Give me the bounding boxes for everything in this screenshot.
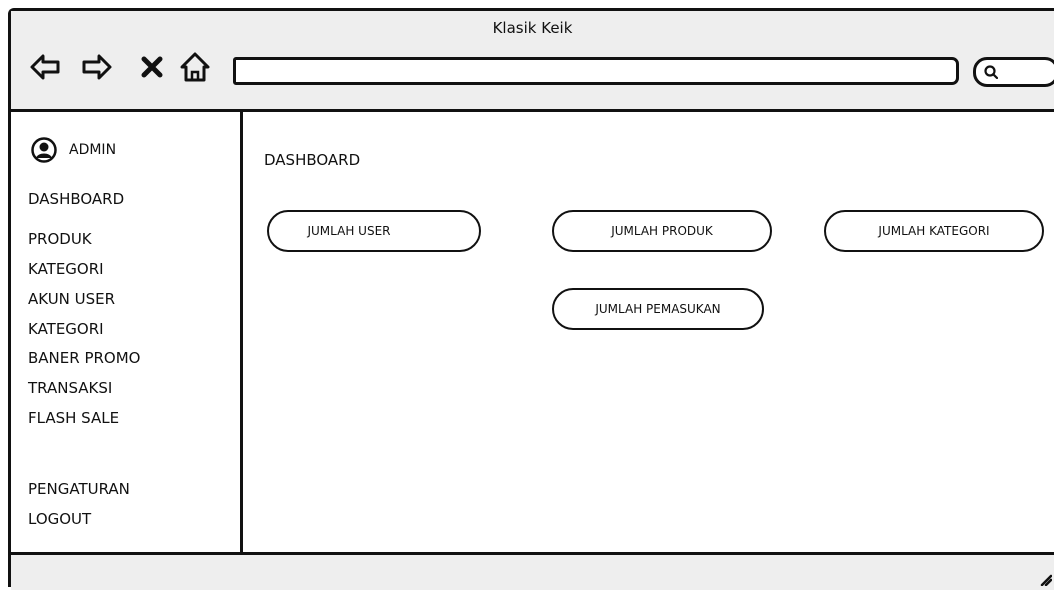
card-jumlah-pemasukan[interactable]: JUMLAH PEMASUKAN [552,288,764,330]
admin-label: ADMIN [69,142,117,158]
page-title: DASHBOARD [264,151,361,169]
user-avatar-icon [31,137,57,163]
admin-profile[interactable]: ADMIN [31,136,116,164]
card-jumlah-user[interactable]: JUMLAH USER [267,210,481,252]
sidebar-item-dashboard[interactable]: DASHBOARD [28,190,124,208]
sidebar-item-akun-user[interactable]: AKUN USER [28,290,115,308]
back-arrow-icon[interactable] [29,51,61,83]
sidebar-item-logout[interactable]: LOGOUT [28,510,91,528]
sidebar-item-produk[interactable]: PRODUK [28,230,92,248]
address-bar[interactable] [233,57,959,85]
close-x-icon[interactable] [136,51,168,83]
sidebar-item-kategori[interactable]: KATEGORI [28,260,104,278]
resize-grip-icon[interactable] [1036,570,1052,586]
sidebar-item-kategori-2[interactable]: KATEGORI [28,320,104,338]
forward-arrow-icon[interactable] [81,51,113,83]
card-label: JUMLAH PRODUK [611,224,713,238]
search-button[interactable] [973,57,1054,87]
card-jumlah-kategori[interactable]: JUMLAH KATEGORI [824,210,1044,252]
status-bar [11,552,1054,590]
window-title: Klasik Keik [492,19,573,37]
sidebar-item-baner-promo[interactable]: BANER PROMO [28,349,140,367]
card-label: JUMLAH USER [307,224,391,238]
sidebar-item-pengaturan[interactable]: PENGATURAN [28,480,130,498]
card-label: JUMLAH KATEGORI [878,224,990,238]
home-icon[interactable] [179,51,211,83]
browser-window: Klasik Keik ADMIN DASHBOARD PRODUK KATEG… [8,8,1054,590]
sidebar: ADMIN DASHBOARD PRODUK KATEGORI AKUN USE… [11,112,243,552]
card-label: JUMLAH PEMASUKAN [595,302,721,316]
browser-header: Klasik Keik [11,11,1054,112]
sidebar-item-transaksi[interactable]: TRANSAKSI [28,379,112,397]
card-jumlah-produk[interactable]: JUMLAH PRODUK [552,210,772,252]
search-icon [984,65,998,79]
sidebar-item-flash-sale[interactable]: FLASH SALE [28,409,119,427]
